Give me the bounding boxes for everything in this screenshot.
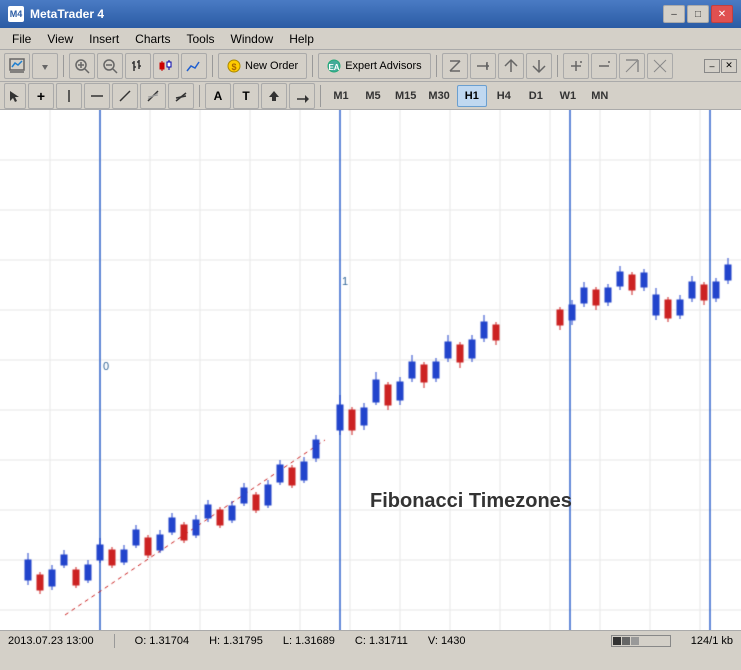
toolbar2-separator xyxy=(199,85,200,107)
line-chart-button[interactable] xyxy=(181,53,207,79)
status-bar: 2013.07.23 13:00 O: 1.31704 H: 1.31795 L… xyxy=(0,630,741,650)
inner-close-button[interactable]: ✕ xyxy=(721,59,737,73)
zoom-out3-button[interactable] xyxy=(591,53,617,79)
new-order-label: New Order xyxy=(245,60,298,72)
cursor-tool[interactable] xyxy=(4,83,26,109)
window-controls: – □ ✕ xyxy=(663,5,733,23)
tf-h1[interactable]: H1 xyxy=(457,85,487,107)
chart-volume: V: 1430 xyxy=(428,635,466,647)
toolbar-separator xyxy=(63,55,64,77)
inner-minimize-button[interactable]: – xyxy=(704,59,720,73)
menu-file[interactable]: File xyxy=(4,30,39,48)
menu-view[interactable]: View xyxy=(39,30,81,48)
zoom-out2-button[interactable] xyxy=(526,53,552,79)
bar-chart-button[interactable] xyxy=(125,53,151,79)
tf-mn[interactable]: MN xyxy=(585,85,615,107)
chart-area[interactable]: Fibonacci Timezones xyxy=(0,110,741,630)
svg-text:EA: EA xyxy=(329,63,340,72)
arrow-tool[interactable] xyxy=(261,83,287,109)
chart-high: H: 1.31795 xyxy=(209,635,263,647)
toolbar2-separator-2 xyxy=(320,85,321,107)
chart-datetime: 2013.07.23 13:00 xyxy=(8,635,94,647)
menu-window[interactable]: Window xyxy=(223,30,282,48)
file-info: 124/1 kb xyxy=(691,635,733,647)
tf-w1[interactable]: W1 xyxy=(553,85,583,107)
period-sep-button[interactable] xyxy=(442,53,468,79)
toolbar-drawing: + A T M1 M5 M15 M30 H1 H4 D1 W1 MN xyxy=(0,82,741,110)
properties-button[interactable] xyxy=(647,53,673,79)
app-title: MetaTrader 4 xyxy=(30,7,104,21)
zoom-in-button[interactable] xyxy=(69,53,95,79)
chart-open: O: 1.31704 xyxy=(135,635,189,647)
status-sep-1 xyxy=(114,634,115,648)
zoom-out-button[interactable] xyxy=(97,53,123,79)
channel-tool[interactable] xyxy=(168,83,194,109)
title-bar: M4 MetaTrader 4 – □ ✕ xyxy=(0,0,741,28)
zoom-in3-button[interactable] xyxy=(563,53,589,79)
tf-m5[interactable]: M5 xyxy=(358,85,388,107)
tf-m30[interactable]: M30 xyxy=(423,85,454,107)
menu-insert[interactable]: Insert xyxy=(81,30,127,48)
tf-m15[interactable]: M15 xyxy=(390,85,421,107)
vertical-line-tool[interactable] xyxy=(56,83,82,109)
toolbar-separator-5 xyxy=(557,55,558,77)
app-icon: M4 xyxy=(8,6,24,22)
toolbar-separator-4 xyxy=(436,55,437,77)
tf-m1[interactable]: M1 xyxy=(326,85,356,107)
minimize-button[interactable]: – xyxy=(663,5,685,23)
line-studies-tool[interactable] xyxy=(140,83,166,109)
zoom-in2-button[interactable] xyxy=(498,53,524,79)
chart-low: L: 1.31689 xyxy=(283,635,335,647)
new-order-button[interactable]: $ New Order xyxy=(218,53,307,79)
chart-canvas[interactable] xyxy=(0,110,741,630)
menu-charts[interactable]: Charts xyxy=(127,30,178,48)
svg-text:$: $ xyxy=(231,62,236,72)
autoscroll-button[interactable] xyxy=(470,53,496,79)
inner-window-controls: – ✕ xyxy=(704,59,737,73)
horizontal-line-tool[interactable] xyxy=(84,83,110,109)
chart-scale-button[interactable] xyxy=(619,53,645,79)
tf-h4[interactable]: H4 xyxy=(489,85,519,107)
toolbar-main: $ New Order EA Expert Advisors – ✕ xyxy=(0,50,741,82)
maximize-button[interactable]: □ xyxy=(687,5,709,23)
toolbar-separator-2 xyxy=(212,55,213,77)
new-chart-button[interactable] xyxy=(4,53,30,79)
toolbar-separator-3 xyxy=(312,55,313,77)
more-tools-button[interactable] xyxy=(289,83,315,109)
menu-help[interactable]: Help xyxy=(281,30,322,48)
trend-line-tool[interactable] xyxy=(112,83,138,109)
candle-chart-button[interactable] xyxy=(153,53,179,79)
chart-options-button[interactable] xyxy=(32,53,58,79)
text-label-tool[interactable]: T xyxy=(233,83,259,109)
text-tool[interactable]: A xyxy=(205,83,231,109)
tf-d1[interactable]: D1 xyxy=(521,85,551,107)
chart-close: C: 1.31711 xyxy=(355,635,408,647)
menu-tools[interactable]: Tools xyxy=(179,30,223,48)
crosshair-tool[interactable]: + xyxy=(28,83,54,109)
expert-advisors-label: Expert Advisors xyxy=(345,60,421,72)
expert-advisors-button[interactable]: EA Expert Advisors xyxy=(318,53,430,79)
close-button[interactable]: ✕ xyxy=(711,5,733,23)
menu-bar: File View Insert Charts Tools Window Hel… xyxy=(0,28,741,50)
